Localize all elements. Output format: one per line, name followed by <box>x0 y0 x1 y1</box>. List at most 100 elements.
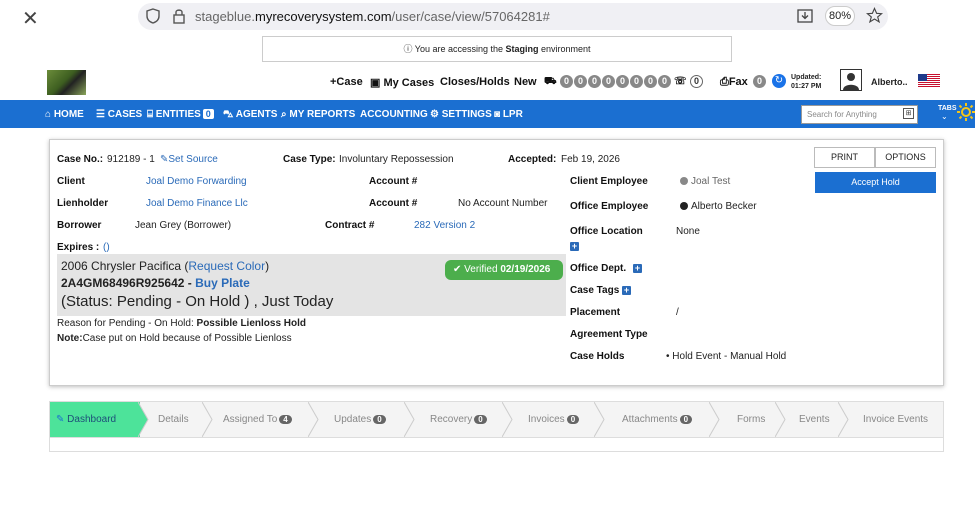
download-icon[interactable] <box>797 8 813 24</box>
tab-events[interactable]: Events <box>799 414 830 425</box>
set-source-link[interactable]: ✎Set Source <box>160 154 218 165</box>
tab-invoice-events-label: Invoice Events <box>863 414 929 425</box>
us-flag-icon[interactable] <box>918 74 940 87</box>
tab-separator-icon <box>838 402 849 437</box>
add-location-plus-icon[interactable]: + <box>570 242 579 251</box>
new-case-link[interactable]: +Case <box>330 76 363 88</box>
reason-label: Reason for Pending - On Hold: <box>57 318 194 329</box>
search-submit-icon[interactable]: ⊞ <box>903 108 914 119</box>
chevron-down-icon[interactable]: ⌄ <box>941 112 948 121</box>
tab-updates[interactable]: Updates 0 <box>334 414 386 425</box>
nav-lpr-label: LPR <box>502 109 523 120</box>
options-button[interactable]: OPTIONS <box>875 147 936 168</box>
tab-invoices-count: 0 <box>566 415 580 424</box>
new-count-7[interactable]: 0 <box>644 75 657 88</box>
new-count-6[interactable]: 0 <box>630 75 643 88</box>
nav-lpr[interactable]: ◙ LPR <box>494 109 523 120</box>
reason-value: Possible Lienloss Hold <box>196 318 306 329</box>
tab-invoices[interactable]: Invoices 0 <box>528 414 580 425</box>
refresh-icon[interactable]: ↻ <box>772 74 786 88</box>
nav-home[interactable]: ⌂ HOME <box>45 109 84 120</box>
borrower-value[interactable]: Jean Grey (Borrower) <box>135 220 231 231</box>
office-location-label: Office Location <box>570 226 643 237</box>
case-hold-item: Hold Event - Manual Hold <box>672 351 787 362</box>
nav-cases[interactable]: ☰ CASES <box>96 109 142 120</box>
verified-date: 02/19/2026 <box>500 264 551 275</box>
company-logo[interactable] <box>47 70 86 95</box>
nav-settings[interactable]: ⚙ SETTINGS <box>430 109 492 120</box>
new-count-8[interactable]: 0 <box>658 75 671 88</box>
tab-dashboard[interactable]: ✎ Dashboard <box>56 414 116 425</box>
new-count-1[interactable]: 0 <box>560 75 573 88</box>
nav-accounting[interactable]: ACCOUNTING <box>360 109 428 120</box>
fax-icon: ⎙ <box>720 76 729 88</box>
notice-pre: You are accessing the <box>414 44 506 54</box>
fax-label: Fax <box>728 76 748 88</box>
nav-settings-label: SETTINGS <box>441 109 492 120</box>
url-domain: myrecoverysystem.com <box>255 9 392 24</box>
new-count-5[interactable]: 0 <box>616 75 629 88</box>
phone-count[interactable]: 0 <box>690 75 703 88</box>
new-count-3[interactable]: 0 <box>588 75 601 88</box>
verified-badge: ✔ Verified 02/19/2026 <box>445 260 563 280</box>
nav-my-reports[interactable]: ⌕ MY REPORTS <box>281 109 355 120</box>
new-count-4[interactable]: 0 <box>602 75 615 88</box>
notice-env: Staging <box>505 44 539 54</box>
tab-forms[interactable]: Forms <box>737 414 765 425</box>
contract-link[interactable]: 282 Version 2 <box>414 220 475 231</box>
nav-entities[interactable]: ⌸ ENTITIES 0 <box>147 109 214 120</box>
menu-icon: ☰ <box>96 109 108 120</box>
tab-attachments-count: 0 <box>679 415 693 424</box>
url-path: /user/case/view/57064281# <box>391 9 550 24</box>
tab-details[interactable]: Details <box>158 414 189 425</box>
tab-attachments[interactable]: Attachments 0 <box>622 414 693 425</box>
nav-cases-label: CASES <box>107 109 143 120</box>
account-label-1: Account # <box>369 176 418 187</box>
url-text[interactable]: stageblue.myrecoverysystem.com/user/case… <box>195 9 550 24</box>
nav-my-reports-label: MY REPORTS <box>289 109 356 120</box>
tab-separator-icon <box>775 402 786 437</box>
case-note: Note:Case put on Hold because of Possibl… <box>57 333 292 344</box>
add-tag-plus-icon[interactable]: + <box>622 286 631 295</box>
lienholder-link[interactable]: Joal Demo Finance Llc <box>146 198 248 209</box>
tabs-toggle[interactable]: TABS <box>938 105 957 112</box>
buy-plate-link[interactable]: Buy Plate <box>195 276 250 290</box>
my-cases-link[interactable]: ▣ My Cases <box>370 76 434 89</box>
add-dept-plus-icon[interactable]: + <box>633 264 642 273</box>
fax-link[interactable]: ⎙Fax <box>720 76 748 89</box>
tab-recovery[interactable]: Recovery 0 <box>430 414 487 425</box>
new-count-2[interactable]: 0 <box>574 75 587 88</box>
tab-events-label: Events <box>799 414 830 425</box>
global-search-input[interactable]: Search for Anything <box>801 105 918 124</box>
placement-value: / <box>676 307 679 318</box>
nav-home-label: HOME <box>53 109 84 120</box>
client-employee-name: Joal Test <box>691 176 731 187</box>
accepted-value: Feb 19, 2026 <box>561 154 620 165</box>
staging-notice: ⓘ You are accessing the Staging environm… <box>262 36 732 62</box>
client-link[interactable]: Joal Demo Forwarding <box>146 176 247 187</box>
user-name[interactable]: Alberto.. <box>871 77 908 87</box>
print-button[interactable]: PRINT <box>814 147 875 168</box>
client-employee-label: Client Employee <box>570 176 648 187</box>
closes-holds-link[interactable]: Closes/Holds <box>440 76 510 88</box>
lock-icon[interactable] <box>172 8 186 24</box>
tab-invoice-events[interactable]: Invoice Events <box>863 414 928 425</box>
zoom-level[interactable]: 80% <box>825 6 855 26</box>
avatar[interactable] <box>840 69 862 91</box>
expires-value[interactable]: () <box>103 242 110 253</box>
tab-assigned-to[interactable]: Assigned To 4 <box>223 414 292 425</box>
office-employee-label: Office Employee <box>570 201 649 212</box>
new-link[interactable]: New <box>514 76 537 88</box>
case-holds-value: • Hold Event - Manual Hold <box>666 351 786 362</box>
star-icon[interactable] <box>866 7 883 24</box>
phone-icon[interactable]: ☏ <box>674 76 687 87</box>
request-color-link[interactable]: Request Color <box>188 259 265 273</box>
fax-count[interactable]: 0 <box>753 75 766 88</box>
nav-agents[interactable]: ⛍ AGENTS <box>223 109 277 122</box>
accept-hold-button[interactable]: Accept Hold <box>815 172 936 193</box>
shield-icon[interactable] <box>146 8 160 24</box>
loading-spinner-icon <box>957 103 975 121</box>
close-icon[interactable]: ✕ <box>22 6 39 30</box>
case-no-label: Case No.: <box>57 154 104 165</box>
case-holds-label: Case Holds <box>570 351 625 362</box>
